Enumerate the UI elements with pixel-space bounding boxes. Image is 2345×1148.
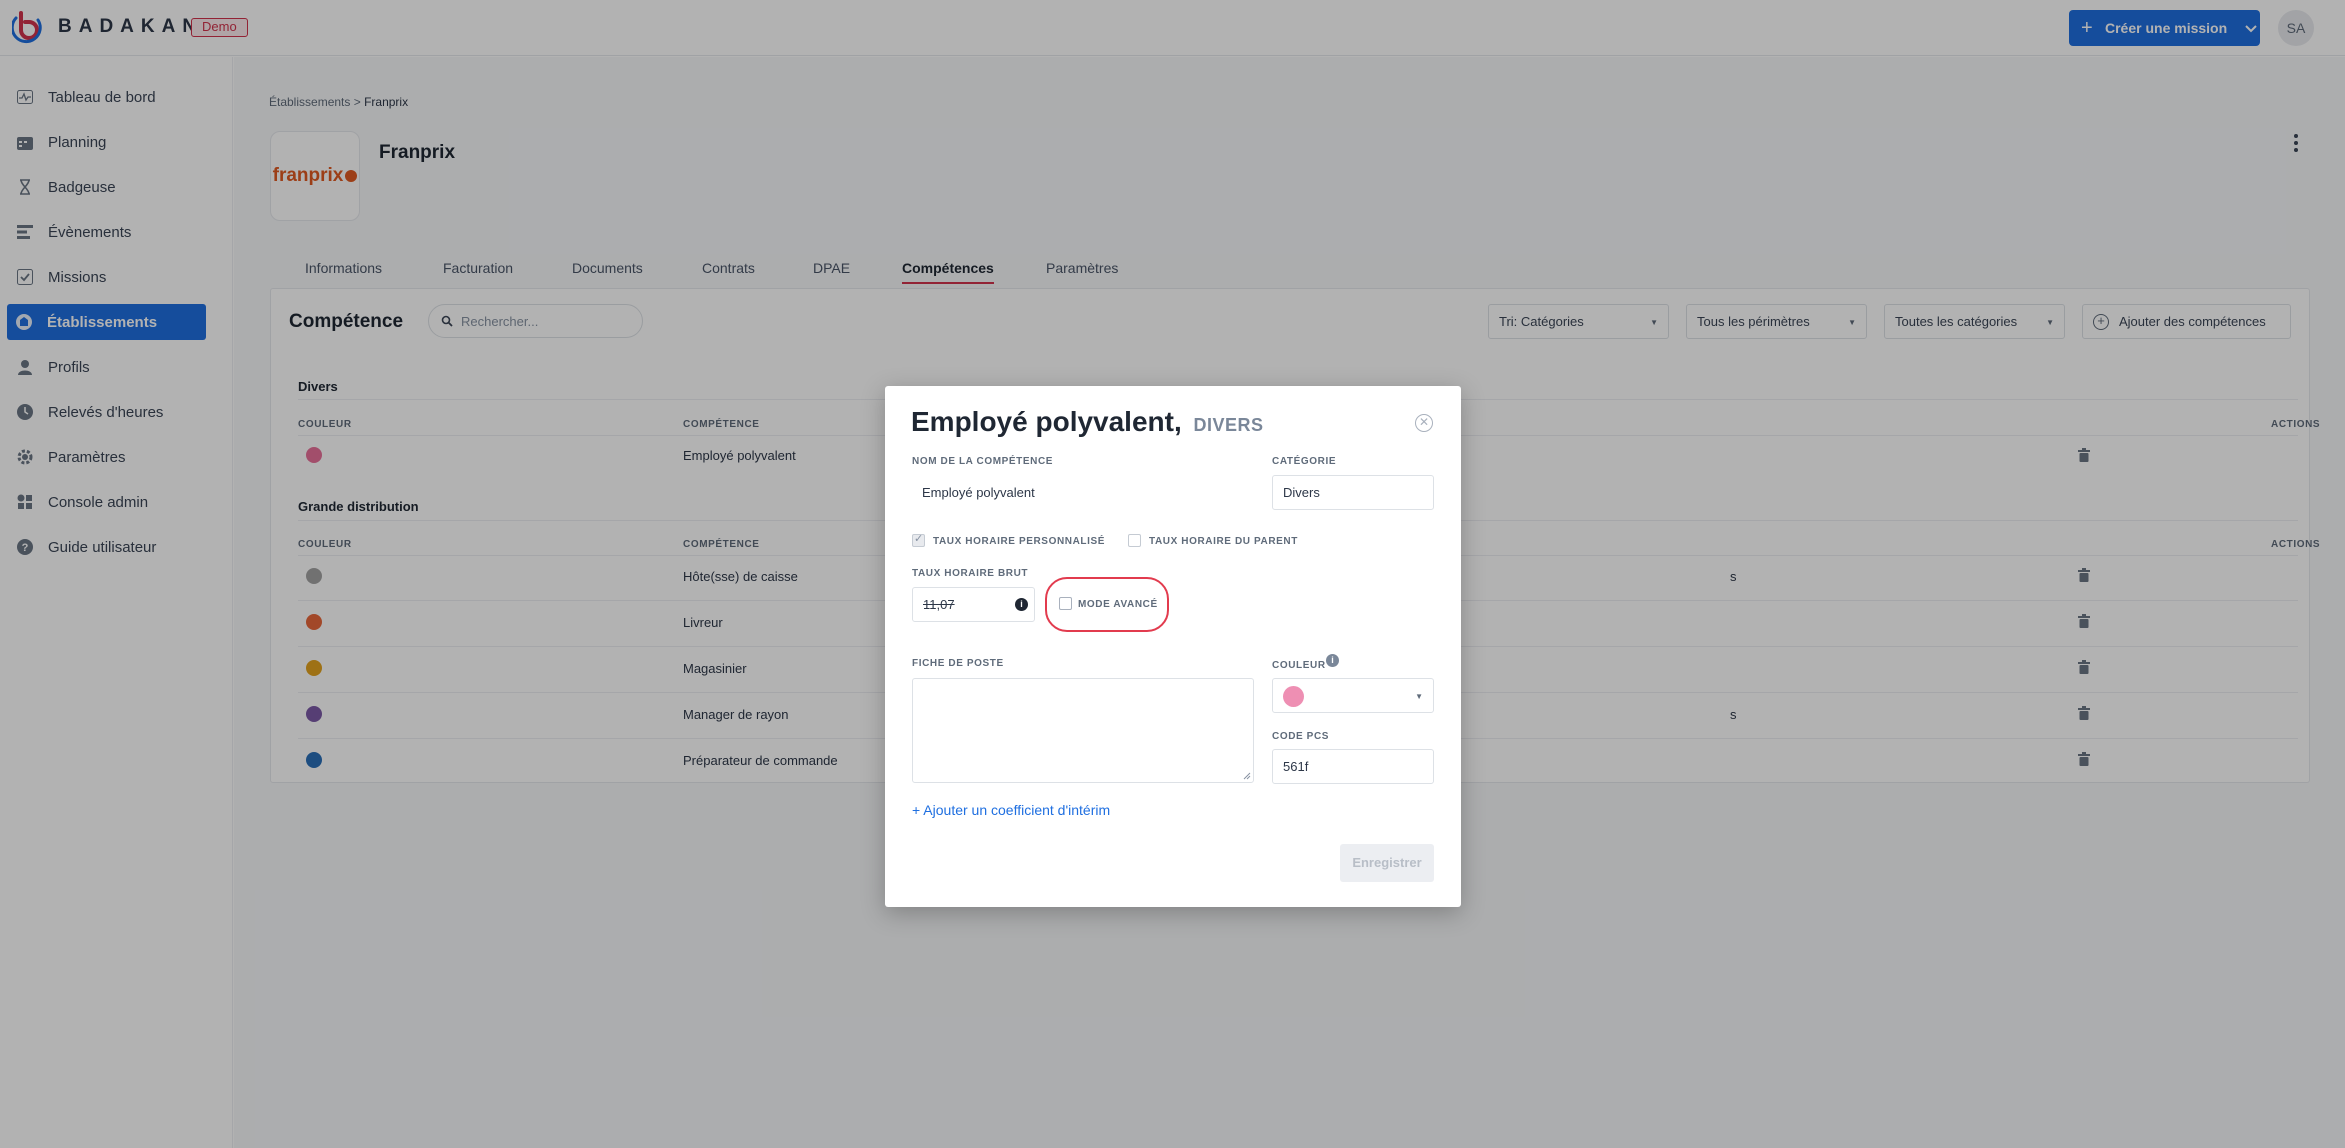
pcs-input-value: 561f [1283, 759, 1309, 774]
save-button[interactable]: Enregistrer [1340, 844, 1434, 882]
resize-handle-icon[interactable] [1243, 772, 1251, 780]
parent-rate-label: TAUX HORAIRE DU PARENT [1149, 536, 1298, 547]
parent-rate-checkbox[interactable] [1128, 534, 1141, 547]
advanced-mode-label[interactable]: MODE AVANCÉ [1078, 599, 1158, 610]
name-input-value: Employé polyvalent [922, 485, 1035, 500]
pcs-label: CODE PCS [1272, 731, 1330, 742]
add-coefficient-link[interactable]: + Ajouter un coefficient d'intérim [912, 802, 1110, 818]
category-input-value: Divers [1283, 485, 1320, 500]
caret-down-icon: ▼ [1415, 692, 1423, 701]
gross-rate-label: TAUX HORAIRE BRUT [912, 568, 1029, 579]
color-swatch [1283, 686, 1304, 707]
category-label: CATÉGORIE [1272, 456, 1337, 467]
category-input[interactable]: Divers [1272, 475, 1434, 510]
info-icon[interactable]: i [1015, 598, 1028, 611]
modal-subtitle: DIVERS [1193, 415, 1264, 435]
modal-title-text: Employé polyvalent, [911, 406, 1182, 437]
edit-competence-modal: Employé polyvalent, DIVERS ✕ NOM DE LA C… [885, 386, 1461, 907]
color-label: COULEUR [1272, 660, 1326, 671]
info-icon[interactable]: i [1326, 654, 1339, 667]
close-icon[interactable]: ✕ [1415, 414, 1433, 432]
advanced-mode-checkbox[interactable] [1059, 597, 1072, 610]
gross-rate-value: 11,07 [923, 597, 955, 612]
name-input[interactable]: Employé polyvalent [912, 475, 1254, 510]
job-sheet-label: FICHE DE POSTE [912, 658, 1004, 669]
modal-title: Employé polyvalent, DIVERS [911, 406, 1264, 438]
custom-rate-checkbox[interactable] [912, 532, 925, 547]
job-sheet-textarea[interactable] [912, 678, 1254, 783]
pcs-input[interactable]: 561f [1272, 749, 1434, 784]
custom-rate-label: TAUX HORAIRE PERSONNALISÉ [933, 536, 1106, 547]
name-label: NOM DE LA COMPÉTENCE [912, 456, 1054, 467]
color-select[interactable]: ▼ [1272, 678, 1434, 713]
